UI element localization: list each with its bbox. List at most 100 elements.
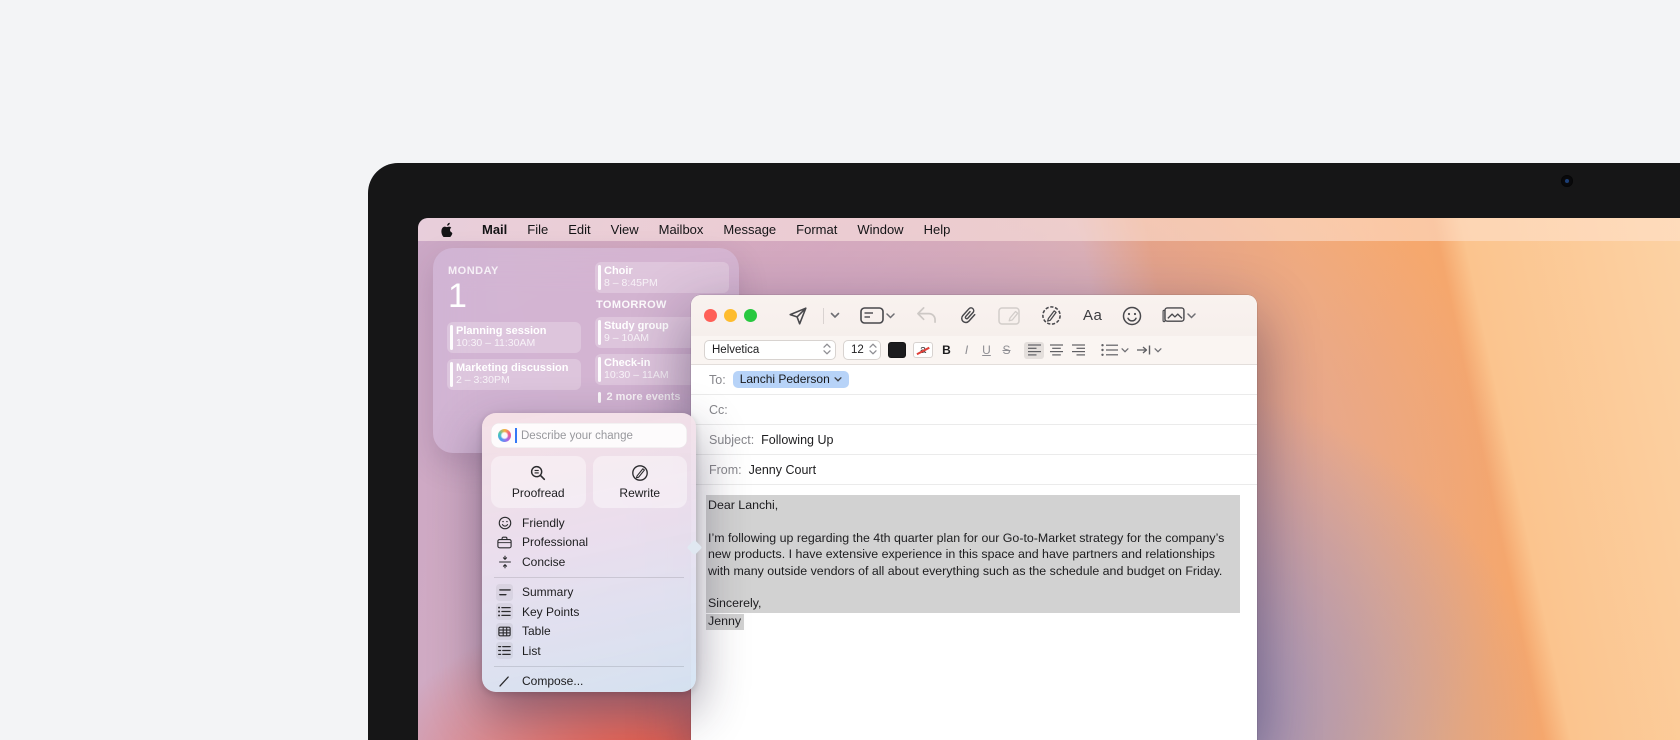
menu-item-label: Table [522,624,551,638]
indent-button[interactable] [1136,344,1162,356]
font-size-stepper[interactable]: 12 [843,340,881,360]
italic-button[interactable]: I [960,343,973,357]
font-family-value: Helvetica [712,344,759,356]
proofread-button[interactable]: Proofread [491,456,586,508]
menu-item-help[interactable]: Help [914,218,961,241]
menu-item-professional[interactable]: Professional [493,533,685,553]
writing-tools-popup: Proofread Rewrite Friendly Professional [482,413,696,692]
mail-compose-window: Aa Helvetica 12 a [691,295,1257,740]
menu-item-window[interactable]: Window [847,218,913,241]
menu-item-label: Key Points [522,605,579,619]
align-right-button[interactable] [1068,342,1088,359]
reply-icon[interactable] [915,306,938,325]
widget-day-number: 1 [448,277,581,315]
attach-icon[interactable] [958,305,978,327]
bold-button[interactable]: B [940,343,953,357]
calendar-event[interactable]: Planning session 10:30 – 11:30AM [447,322,581,353]
list-icon [496,642,513,659]
menu-item-concise[interactable]: Concise [493,552,685,572]
menu-item-mailbox[interactable]: Mailbox [649,218,714,241]
menu-item-label: Friendly [522,516,565,530]
rewrite-label: Rewrite [619,486,660,500]
menu-item-label: Concise [522,555,565,569]
text-color-swatch[interactable] [888,342,906,358]
list-style-button[interactable] [1101,344,1129,356]
body-greeting: Dear Lanchi, [708,497,1236,514]
menu-item-edit[interactable]: Edit [558,218,600,241]
calendar-event[interactable]: Choir 8 – 8:45PM [595,262,729,293]
menu-item-mail[interactable]: Mail [472,218,517,241]
selected-text: Dear Lanchi, I’m following up regarding … [706,495,1240,613]
background-color-icon[interactable]: a [913,342,933,358]
to-field[interactable]: To: Lanchi Pederson [691,365,1257,395]
markup-icon[interactable] [998,307,1020,325]
menu-item-format[interactable]: Format [786,218,847,241]
strikethrough-button[interactable]: S [1000,343,1013,357]
emoji-icon[interactable] [1122,306,1142,326]
event-bar [598,392,601,403]
toolbar-divider [823,308,824,324]
align-left-button[interactable] [1024,342,1044,359]
menu-item-file[interactable]: File [517,218,558,241]
recipient-pill[interactable]: Lanchi Pederson [733,371,849,389]
describe-change-input[interactable] [491,423,687,448]
apple-logo-icon[interactable] [441,222,454,237]
menu-item-label: Summary [522,585,573,599]
minimize-window-button[interactable] [724,309,737,322]
menu-item-list[interactable]: List [493,641,685,661]
summary-icon [496,584,513,601]
font-family-select[interactable]: Helvetica [704,340,836,360]
close-window-button[interactable] [704,309,717,322]
event-title: Planning session [456,325,575,337]
menu-item-label: List [522,644,541,658]
menu-item-label: Compose... [522,674,583,688]
rewrite-icon [631,464,649,482]
send-icon[interactable] [787,305,809,327]
menu-item-table[interactable]: Table [493,622,685,642]
align-center-button[interactable] [1046,342,1066,359]
camera-dot-icon [1561,175,1573,187]
subject-label: Subject: [709,433,754,447]
format-bar: Helvetica 12 a B I U S [691,336,1257,365]
event-title: Marketing discussion [456,362,575,374]
compose-pencil-icon [496,673,513,690]
subject-field[interactable]: Subject: Following Up [691,425,1257,455]
from-field[interactable]: From: Jenny Court [691,455,1257,485]
event-time: 2 – 3:30PM [456,374,575,386]
underline-button[interactable]: U [980,343,993,357]
font-size-value: 12 [851,344,864,356]
menu-bar: Mail File Edit View Mailbox Message Form… [418,218,1680,241]
describe-change-text[interactable] [521,430,680,442]
stepper-icon [864,343,877,358]
menu-item-friendly[interactable]: Friendly [493,513,685,533]
more-events-label: 2 more events [607,391,681,403]
body-closing: Sincerely, [708,595,1236,612]
photo-browser-icon[interactable] [1162,307,1196,325]
menu-item-message[interactable]: Message [713,218,786,241]
divider [494,577,684,578]
writing-tools-icon[interactable] [1040,304,1063,327]
cc-field[interactable]: Cc: [691,395,1257,425]
event-time: 10:30 – 11:30AM [456,337,575,349]
menu-item-compose[interactable]: Compose... [493,672,685,692]
subject-value: Following Up [761,433,833,447]
chevron-down-icon [834,377,842,382]
widget-day-label: MONDAY [448,265,581,277]
rewrite-button[interactable]: Rewrite [593,456,688,508]
smiley-icon [496,514,513,531]
send-options-chevron-icon[interactable] [830,312,840,319]
header-fields-icon[interactable] [860,307,895,324]
message-body-editor[interactable]: Dear Lanchi, I’m following up regarding … [691,485,1257,629]
divider [494,666,684,667]
menu-item-summary[interactable]: Summary [493,583,685,603]
menu-item-key-points[interactable]: Key Points [493,602,685,622]
format-text-icon[interactable]: Aa [1083,307,1102,324]
concise-icon [496,553,513,570]
body-paragraph: I’m following up regarding the 4th quart… [708,530,1236,580]
calendar-event[interactable]: Marketing discussion 2 – 3:30PM [447,359,581,390]
menu-item-label: Professional [522,535,588,549]
menu-item-view[interactable]: View [601,218,649,241]
key-points-icon [496,603,513,620]
zoom-window-button[interactable] [744,309,757,322]
alignment-group [1024,342,1088,359]
